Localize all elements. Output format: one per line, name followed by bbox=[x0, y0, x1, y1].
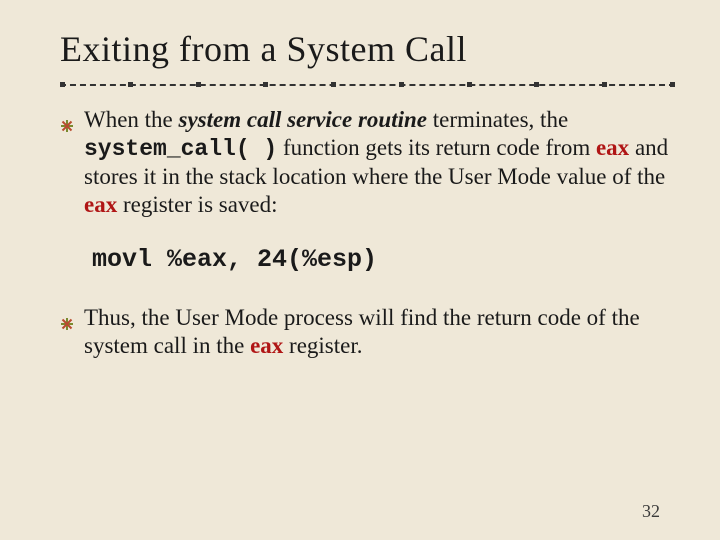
bullet-text-1: When the system call service routine ter… bbox=[84, 106, 672, 219]
italic-term: system call service routine bbox=[179, 107, 428, 132]
bullet-icon bbox=[60, 112, 74, 140]
register-eax: eax bbox=[596, 135, 629, 160]
bullet-item-2: Thus, the User Mode process will find th… bbox=[60, 304, 672, 360]
text: register. bbox=[283, 333, 362, 358]
register-eax: eax bbox=[84, 192, 117, 217]
slide-title: Exiting from a System Call bbox=[60, 28, 672, 70]
text: When the bbox=[84, 107, 179, 132]
text: function gets its return code from bbox=[277, 135, 596, 160]
page-number: 32 bbox=[642, 501, 660, 522]
slide-body: When the system call service routine ter… bbox=[60, 106, 672, 360]
bullet-text-2: Thus, the User Mode process will find th… bbox=[84, 304, 672, 360]
code-inline: system_call( ) bbox=[84, 136, 277, 162]
bullet-item-1: When the system call service routine ter… bbox=[60, 106, 672, 219]
register-eax: eax bbox=[250, 333, 283, 358]
text: terminates, the bbox=[427, 107, 568, 132]
assembly-code: movl %eax, 24(%esp) bbox=[92, 245, 672, 276]
divider bbox=[60, 80, 675, 88]
slide: Exiting from a System Call When the syst… bbox=[0, 0, 720, 540]
text: register is saved: bbox=[117, 192, 277, 217]
bullet-icon bbox=[60, 310, 74, 338]
